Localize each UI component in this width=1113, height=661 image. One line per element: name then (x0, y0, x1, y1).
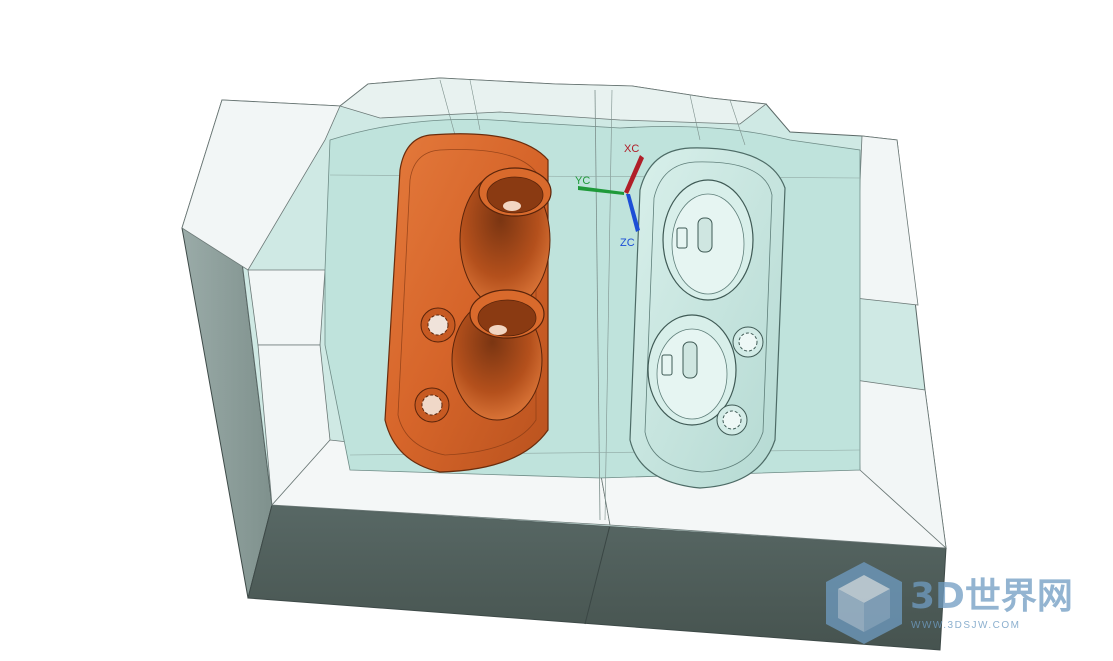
part-left-orange[interactable] (384, 133, 552, 473)
gear-boss-right-upper (732, 326, 764, 358)
watermark-title: 3D世界网 (910, 576, 1073, 617)
zc-axis-label: ZC (620, 237, 635, 249)
cad-viewport[interactable]: XC YC ZC 3D世界网 WWW.3DSJW.COM (0, 0, 1113, 656)
gear-boss-left-upper (420, 307, 456, 343)
gear-boss-left-lower (414, 387, 450, 423)
watermark: 3D世界网 WWW.3DSJW.COM (826, 562, 1073, 644)
part-right-mint[interactable] (629, 147, 786, 489)
gear-boss-right-lower (716, 404, 748, 436)
xc-axis-label: XC (624, 143, 639, 155)
watermark-url: WWW.3DSJW.COM (911, 620, 1021, 631)
yc-axis-label: YC (575, 175, 590, 187)
mold-base[interactable] (181, 77, 948, 651)
